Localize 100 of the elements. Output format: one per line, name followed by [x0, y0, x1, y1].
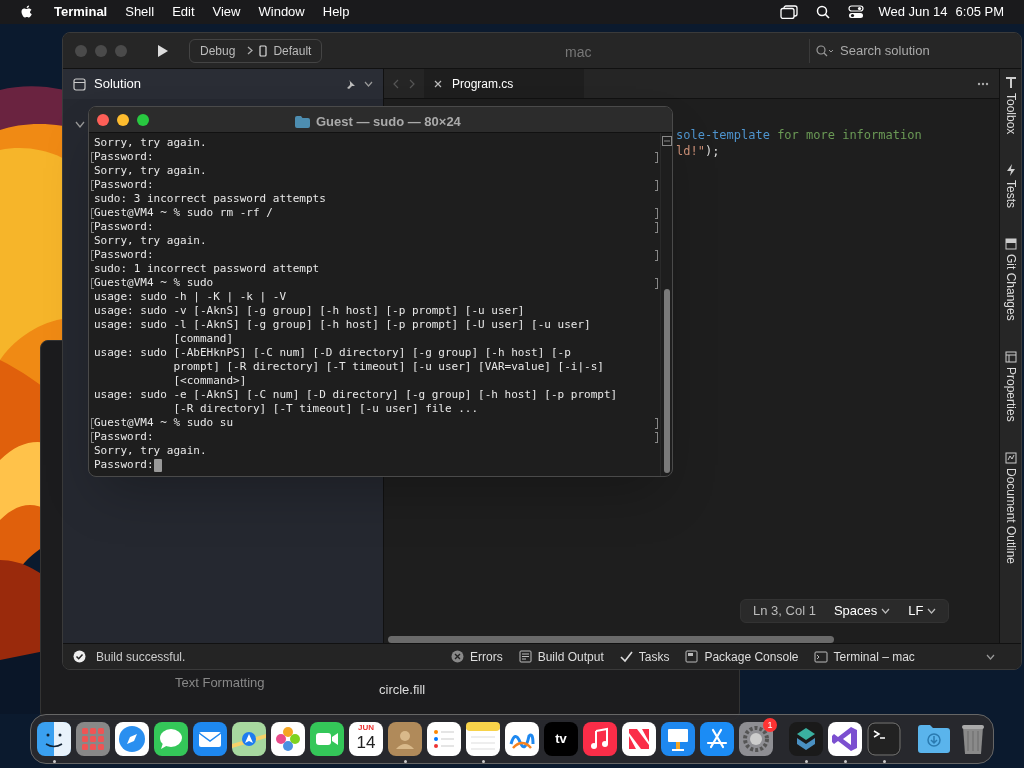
folder-icon: [295, 115, 310, 128]
list-item: Text Formatting: [175, 674, 265, 692]
map-icon[interactable]: [232, 722, 266, 756]
chevron-down-icon[interactable]: [75, 121, 85, 128]
tv-app-icon[interactable]: tv: [544, 722, 578, 756]
notepad-icon[interactable]: [466, 722, 500, 756]
chevron-down-icon[interactable]: [986, 653, 995, 660]
indentation-dropdown[interactable]: Spaces: [833, 601, 891, 621]
scrollbar-thumb[interactable]: [388, 636, 834, 643]
window-title: mac: [565, 43, 592, 62]
menu-item[interactable]: Edit: [172, 2, 195, 22]
chart-icon: [1004, 451, 1017, 464]
scrollbar-thumb[interactable]: [664, 289, 670, 473]
table-icon: [1004, 351, 1017, 364]
output-icon: [518, 650, 533, 663]
app-menu[interactable]: Terminal: [54, 2, 108, 22]
menu-item[interactable]: Help: [322, 2, 350, 22]
terminal-line: Password:: [94, 150, 154, 164]
gear-icon[interactable]: [739, 722, 773, 756]
video-camera-icon[interactable]: [310, 722, 344, 756]
play-icon[interactable]: [157, 43, 169, 58]
terminal-line: usage: sudo -h | -K | -k | -V: [94, 290, 287, 304]
line-mark: [655, 432, 658, 443]
chevron-down-icon: [927, 608, 937, 614]
minimize-button[interactable]: [117, 113, 129, 126]
pad-tab[interactable]: Errors: [451, 647, 503, 666]
terminal-line: Sorry, try again.: [94, 164, 207, 178]
terminal-icon[interactable]: [867, 722, 901, 756]
pin-icon[interactable]: [346, 79, 356, 89]
search-icon[interactable]: [816, 5, 831, 19]
line-mark: [655, 152, 658, 163]
bolt-icon: [1004, 164, 1017, 177]
search-field[interactable]: Search solution: [809, 38, 1009, 63]
notification-badge: 1: [763, 718, 777, 732]
terminal-icon: [814, 650, 829, 663]
terminal-line: Password:: [94, 220, 154, 234]
terminal-line: Sorry, try again.: [94, 136, 207, 150]
terminal-line: [command]: [172, 332, 234, 346]
configuration-selector[interactable]: Debug Default: [189, 38, 323, 63]
compass-icon[interactable]: [115, 722, 149, 756]
control-center-icon[interactable]: [848, 5, 865, 19]
terminal-line: Guest@VM4 ~ % sudo su: [94, 416, 234, 430]
podium-icon[interactable]: [661, 722, 695, 756]
news-icon[interactable]: [622, 722, 656, 756]
line-mark: [655, 278, 658, 289]
terminal-line: Password:: [94, 458, 154, 472]
menu-item[interactable]: View: [212, 2, 241, 22]
terminal-line: usage: sudo -v [-AknS] [-g group] [-h host] [-p prompt] [-u user]: [94, 304, 525, 318]
windows-icon[interactable]: [780, 5, 799, 19]
zoom-button[interactable]: [137, 113, 149, 126]
terminal-line: Sorry, try again.: [94, 444, 207, 458]
line-mark: [655, 250, 658, 261]
error-icon: [451, 650, 465, 663]
calendar-icon[interactable]: JUN 14: [349, 722, 383, 756]
pad-tab[interactable]: Tasks: [619, 647, 670, 666]
terminal-line: Password:: [94, 430, 154, 444]
terminal-line: Sorry, try again.: [94, 234, 207, 248]
chevron-down-icon[interactable]: [364, 81, 373, 87]
terminal-line: Guest@VM4 ~ % sudo: [94, 276, 214, 290]
side-tab[interactable]: Toolbox: [1001, 77, 1020, 135]
pad-tab[interactable]: Package Console: [685, 647, 799, 666]
scribble-icon[interactable]: [505, 722, 539, 756]
person-icon[interactable]: [388, 722, 422, 756]
side-tab[interactable]: Properties: [1001, 351, 1020, 422]
side-tab[interactable]: Document Outline: [1001, 451, 1020, 564]
close-button[interactable]: [97, 113, 109, 126]
checkmark-icon: [619, 650, 634, 663]
build-status: Build successful.: [96, 648, 187, 666]
pad-tab[interactable]: Terminal – mac: [814, 647, 915, 666]
terminal-line: usage: sudo -l [-AknS] [-g group] [-h host] [-p prompt] [-U user] [-u user]: [94, 318, 591, 332]
close-icon[interactable]: [434, 79, 442, 88]
envelope-icon[interactable]: [193, 722, 227, 756]
window-title: Guest — sudo — 80×24: [316, 113, 461, 131]
pad-tab[interactable]: Build Output: [518, 647, 604, 666]
checklist-icon[interactable]: [427, 722, 461, 756]
check-circle-icon: [73, 650, 86, 663]
chat-bubble-icon[interactable]: [154, 722, 188, 756]
terminal-line: sudo: 1 incorrect password attempt: [94, 262, 320, 276]
terminal-line: Guest@VM4 ~ % sudo rm -rf /: [94, 206, 273, 220]
line-ending-dropdown[interactable]: LF: [908, 601, 937, 621]
more-icon[interactable]: [977, 81, 989, 86]
console-icon: [685, 650, 700, 663]
apple-icon[interactable]: [20, 4, 34, 20]
menu-item[interactable]: Shell: [125, 2, 155, 22]
download-folder-icon[interactable]: [917, 722, 951, 756]
flower-icon[interactable]: [271, 722, 305, 756]
finder-icon[interactable]: [37, 722, 71, 756]
side-tab[interactable]: Tests: [1001, 164, 1020, 209]
menu-item[interactable]: Window: [258, 2, 305, 22]
text-cursor-icon: [1004, 77, 1017, 89]
chevron-right-icon: [247, 46, 254, 55]
panel-icon: [73, 77, 86, 91]
editor-tab[interactable]: Program.cs: [424, 69, 584, 98]
music-note-icon[interactable]: [583, 722, 617, 756]
split-icon[interactable]: [662, 136, 672, 146]
side-tab[interactable]: Git Changes: [1001, 238, 1020, 322]
cursor-position: Ln 3, Col 1: [753, 602, 816, 621]
app-grid-icon[interactable]: [76, 722, 110, 756]
app-store-icon[interactable]: [700, 722, 734, 756]
terminal-line: Password:: [94, 248, 154, 262]
